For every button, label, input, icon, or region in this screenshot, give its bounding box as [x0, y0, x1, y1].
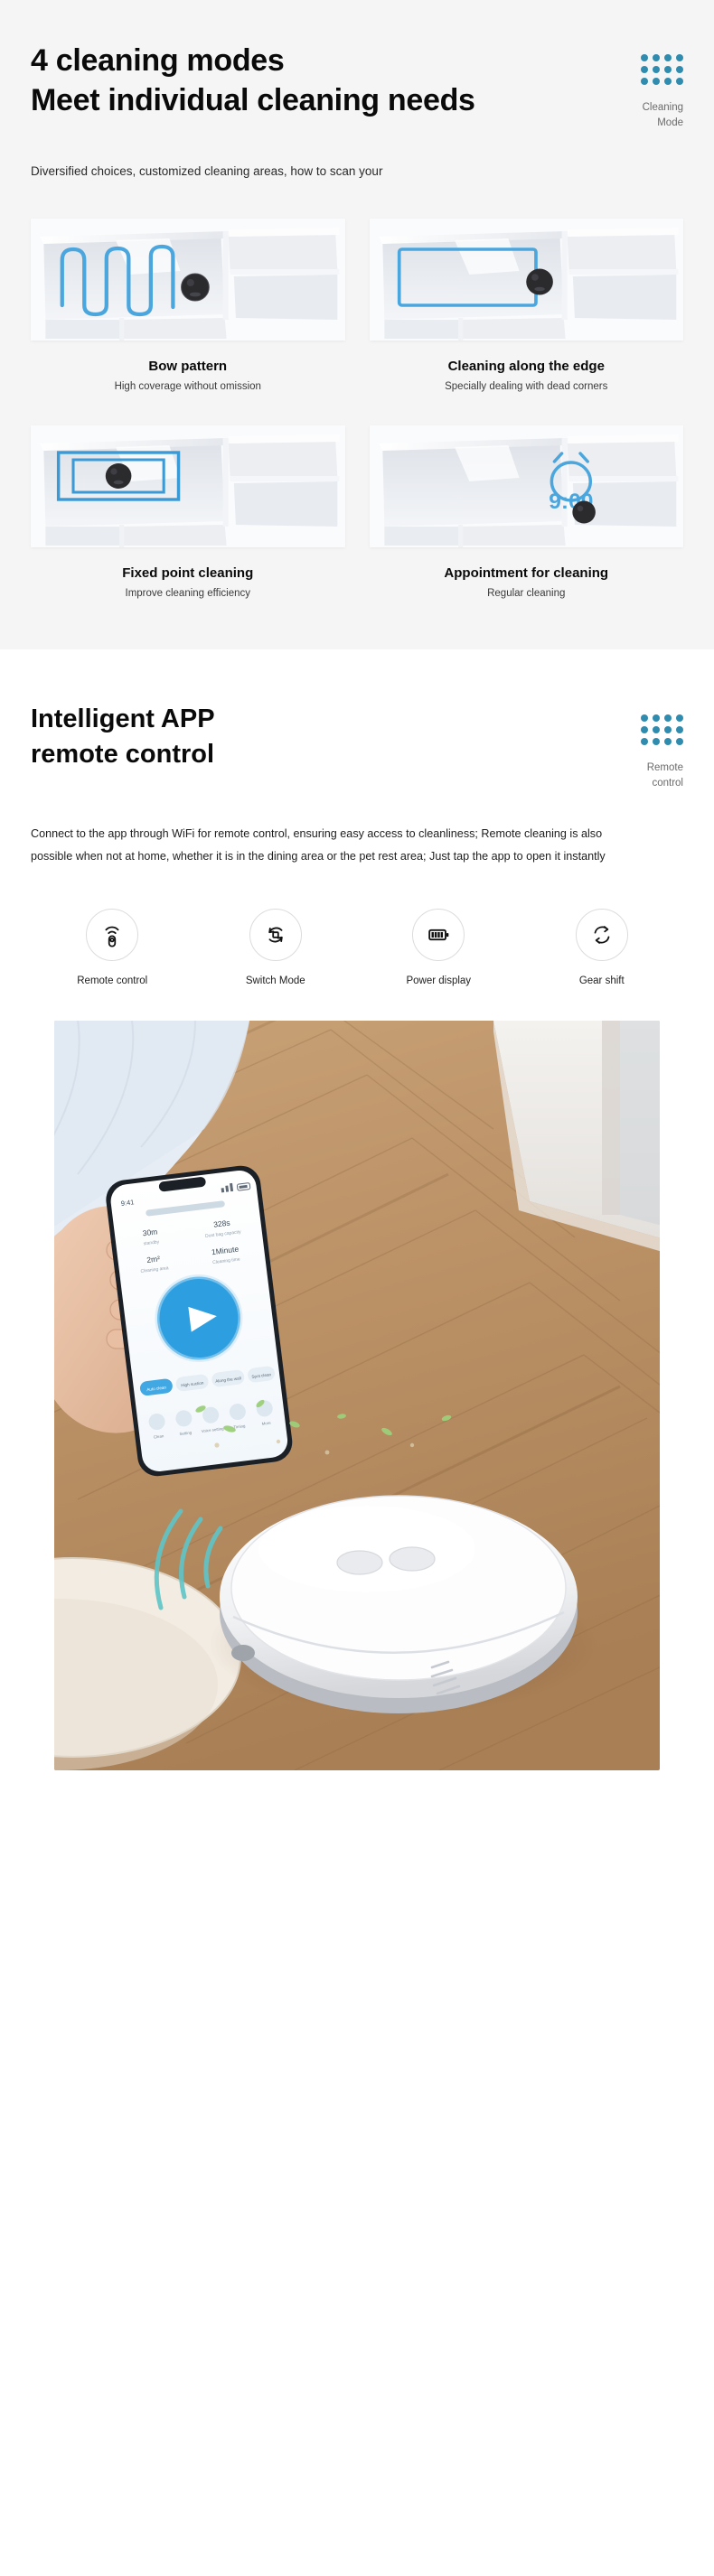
stat-area-value: 2m²	[146, 1255, 161, 1265]
cleaning-mode-badge: Cleaning Mode	[607, 42, 683, 130]
app-header: Intelligent APP remote control Remote co…	[31, 702, 683, 790]
dot-grid-icon	[641, 714, 683, 745]
feature-label: Gear shift	[578, 975, 625, 987]
feature-remote-control[interactable]: Remote control	[31, 909, 194, 986]
floorplan-bow-pattern	[31, 218, 345, 341]
modes-heading: 4 cleaning modes Meet individual cleanin…	[31, 43, 475, 117]
intelligent-app-section: Intelligent APP remote control Remote co…	[0, 649, 714, 1771]
mode-card-desc: High coverage without omission	[114, 380, 261, 392]
mode-card-fixed-point[interactable]: Fixed point cleaning Improve cleaning ef…	[31, 425, 345, 599]
mode-card-bow-pattern[interactable]: Bow pattern High coverage without omissi…	[31, 218, 345, 392]
feature-gear-shift[interactable]: Gear shift	[521, 909, 684, 986]
modes-subtitle: Diversified choices, customized cleaning…	[31, 164, 383, 179]
floorplan-appointment: 9:00	[369, 425, 683, 547]
phone-status-time: 9:41	[120, 1199, 135, 1209]
remote-control-badge-label: Remote control	[646, 761, 683, 789]
mode-card-desc: Regular cleaning	[487, 587, 566, 599]
remote-signal-icon	[86, 909, 139, 962]
stat-standby-value: 30m	[142, 1227, 158, 1238]
feature-label: Power display	[406, 975, 472, 987]
cleaning-mode-badge-label: Cleaning Mode	[642, 102, 683, 128]
modes-header: 4 cleaning modes Meet individual cleanin…	[31, 42, 683, 130]
modes-card-grid: Bow pattern High coverage without omissi…	[31, 218, 683, 599]
mode-card-desc: Specially dealing with dead corners	[445, 380, 608, 392]
app-lifestyle-photo: 9:41 30m standby 328s Dust bag capacity …	[54, 1021, 660, 1771]
mode-card-appointment[interactable]: 9:00 Appointment for cleaning Regular cl…	[369, 425, 683, 599]
mode-card-title: Appointment for cleaning	[444, 565, 609, 581]
floorplan-edge-cleaning	[369, 218, 683, 341]
battery-icon	[412, 909, 465, 962]
mode-card-title: Cleaning along the edge	[447, 358, 605, 374]
feature-power-display[interactable]: Power display	[357, 909, 521, 986]
app-feature-row: Remote control Switch Mode Power display…	[31, 909, 683, 986]
gear-shift-icon	[575, 909, 628, 962]
feature-switch-mode[interactable]: Switch Mode	[194, 909, 358, 986]
mode-card-title: Bow pattern	[148, 358, 228, 374]
remote-control-badge: Remote control	[607, 702, 683, 790]
feature-label: Switch Mode	[245, 975, 305, 987]
dot-grid-icon	[641, 54, 683, 85]
mode-card-edge-cleaning[interactable]: Cleaning along the edge Specially dealin…	[369, 218, 683, 392]
cleaning-modes-section: 4 cleaning modes Meet individual cleanin…	[0, 0, 714, 649]
product-detail-page: 4 cleaning modes Meet individual cleanin…	[0, 0, 714, 1771]
mode-card-desc: Improve cleaning efficiency	[125, 587, 251, 599]
feature-label: Remote control	[77, 975, 148, 987]
floorplan-fixed-point	[31, 425, 345, 547]
app-heading: Intelligent APP remote control	[31, 704, 215, 769]
app-paragraph: Connect to the app through WiFi for remo…	[31, 827, 606, 863]
mode-card-title: Fixed point cleaning	[122, 565, 254, 581]
switch-mode-icon	[249, 909, 302, 962]
